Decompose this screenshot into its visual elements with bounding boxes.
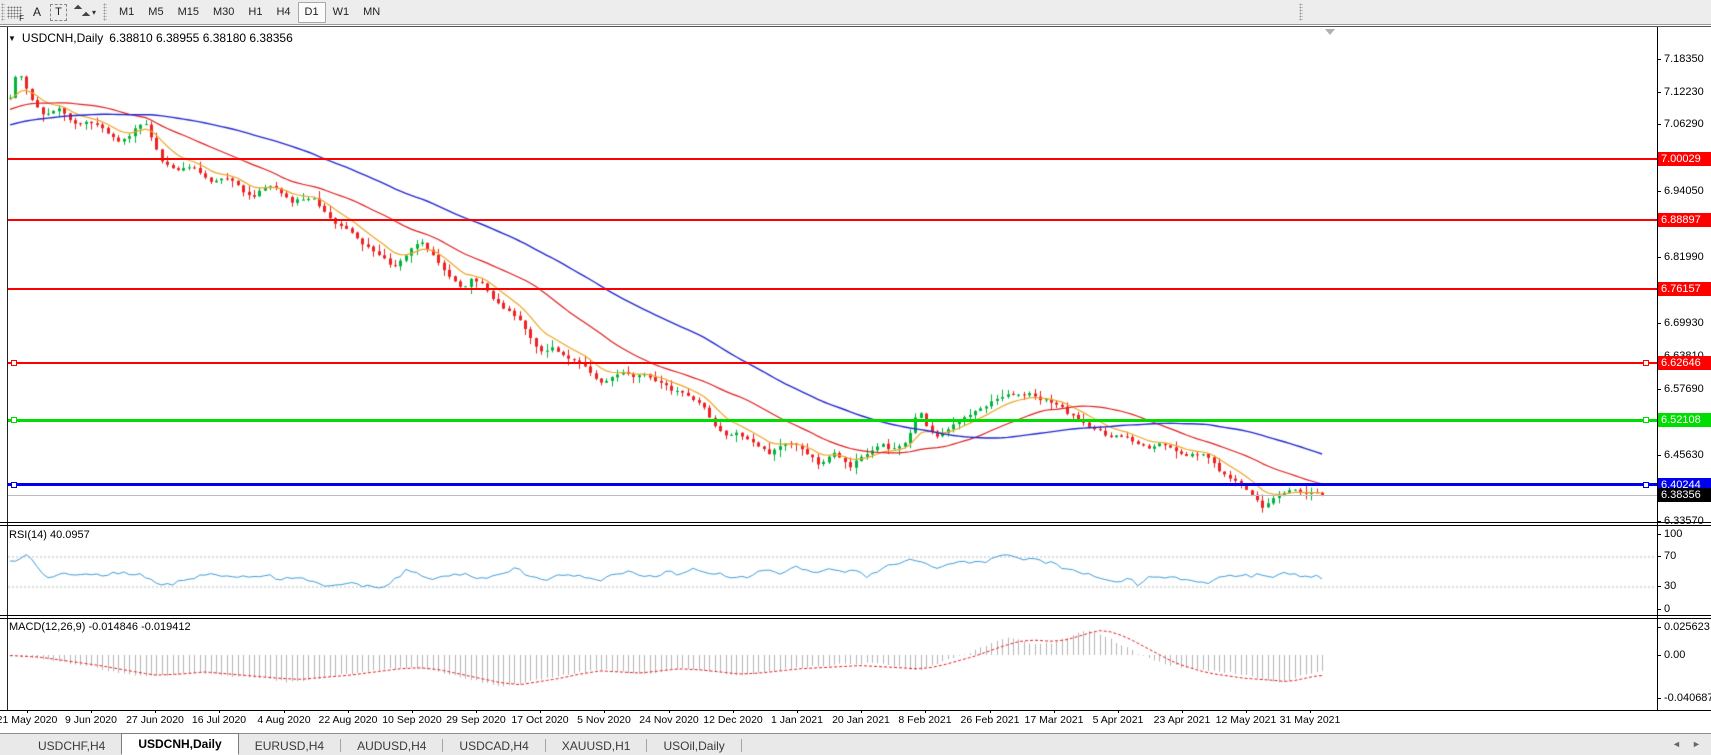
price-axis-tickmark: [1657, 59, 1661, 60]
chart-symbol-period: USDCNH,Daily: [22, 31, 103, 45]
line-handle-left[interactable]: [11, 482, 17, 488]
line-handle-left[interactable]: [11, 360, 17, 366]
price-axis-tickmark: [1657, 92, 1661, 93]
price-line-badge: 6.88897: [1658, 213, 1711, 227]
line-handle-right[interactable]: [1643, 360, 1649, 366]
price-axis-tickmark: [1657, 191, 1661, 192]
macd-indicator-label: MACD(12,26,9) -0.014846 -0.019412: [9, 621, 191, 633]
macd-axis-tickmark: [1657, 655, 1661, 656]
rsi-axis-tickmark: [1657, 556, 1661, 557]
line-handle-right[interactable]: [1643, 482, 1649, 488]
rsi-indicator-label: RSI(14) 40.0957: [9, 529, 90, 541]
chart-canvas[interactable]: [0, 0, 1711, 755]
horizontal-line-6.40244[interactable]: [8, 483, 1657, 486]
horizontal-line-6.62646[interactable]: [8, 362, 1657, 364]
price-line-badge: 6.52108: [1658, 413, 1711, 427]
rsi-axis-tickmark: [1657, 534, 1661, 535]
line-handle-right[interactable]: [1643, 417, 1649, 423]
terminal-window: F A T ▾ M1M5M15M30H1H4D1W1MN ▼ USDCNH,Da…: [0, 0, 1711, 755]
price-axis-tickmark: [1657, 323, 1661, 324]
horizontal-line-6.88897[interactable]: [8, 219, 1657, 221]
current-price-badge: 6.38356: [1658, 488, 1711, 502]
rsi-axis-tickmark: [1657, 586, 1661, 587]
price-axis-tickmark: [1657, 389, 1661, 390]
price-axis-tickmark: [1657, 455, 1661, 456]
price-axis-tickmark: [1657, 257, 1661, 258]
price-line-badge: 7.00029: [1658, 152, 1711, 166]
current-price-line: [8, 495, 1657, 496]
price-line-badge: 6.62646: [1658, 356, 1711, 370]
horizontal-line-6.52108[interactable]: [8, 419, 1657, 422]
price-line-badge: 6.76157: [1658, 282, 1711, 296]
collapse-triangle-icon[interactable]: ▼: [8, 34, 16, 43]
chart-shift-marker-icon[interactable]: [1325, 29, 1335, 35]
macd-axis-tickmark: [1657, 627, 1661, 628]
horizontal-line-7.00029[interactable]: [8, 158, 1657, 160]
price-axis-tickmark: [1657, 521, 1661, 522]
macd-axis-tickmark: [1657, 698, 1661, 699]
price-axis-tickmark: [1657, 124, 1661, 125]
chart-ohlc-values: 6.38810 6.38955 6.38180 6.38356: [109, 31, 293, 45]
rsi-axis-tickmark: [1657, 609, 1661, 610]
horizontal-line-6.76157[interactable]: [8, 288, 1657, 290]
line-handle-left[interactable]: [11, 417, 17, 423]
chart-title: ▼ USDCNH,Daily 6.38810 6.38955 6.38180 6…: [8, 31, 293, 45]
